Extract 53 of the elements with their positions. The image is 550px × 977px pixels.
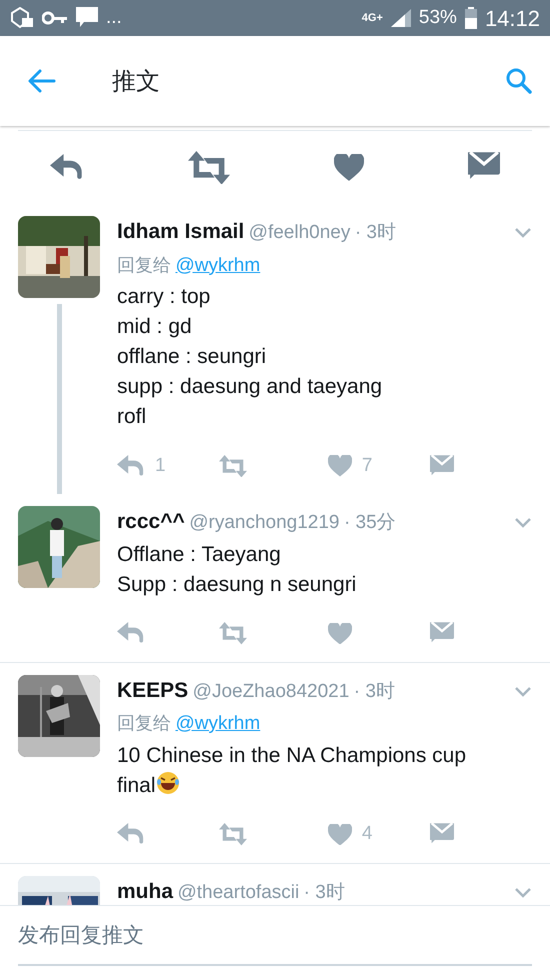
chevron-down-icon[interactable] xyxy=(514,686,532,696)
chat-icon xyxy=(76,7,98,29)
message-icon[interactable] xyxy=(430,454,454,478)
retweet-icon[interactable] xyxy=(219,823,248,846)
retweet-icon[interactable] xyxy=(219,622,248,645)
reply-label: 回复给 xyxy=(117,713,171,734)
network-type: 4G+ xyxy=(362,10,383,26)
tweet-text: 10 Chinese in the NA Champions cup final xyxy=(117,744,466,796)
heart-icon[interactable] xyxy=(328,622,352,644)
like-count: 4 xyxy=(362,822,372,846)
mention-link[interactable]: @wykrhm xyxy=(175,713,260,734)
back-arrow-icon[interactable] xyxy=(28,69,56,93)
chevron-down-icon[interactable] xyxy=(514,227,532,238)
retweet-icon[interactable] xyxy=(219,454,248,478)
page-title: 推文 xyxy=(112,66,161,96)
heart-icon[interactable] xyxy=(328,824,352,846)
timestamp: · 3时 xyxy=(354,680,395,702)
search-icon[interactable] xyxy=(506,68,532,94)
key-icon xyxy=(42,11,68,25)
user-handle: @ryanchong1219 xyxy=(189,512,340,533)
tweet-text: Offlane : Taeyang Supp : daesung n seungri xyxy=(117,542,356,596)
timestamp: · 35分 xyxy=(344,512,396,533)
chevron-down-icon[interactable] xyxy=(514,886,532,898)
clock: 14:12 xyxy=(484,4,540,32)
heart-icon[interactable] xyxy=(328,455,352,477)
user-name: rccc^^ xyxy=(117,510,185,533)
battery-icon xyxy=(464,7,477,29)
signal-icon xyxy=(390,9,411,27)
message-icon[interactable] xyxy=(430,622,454,645)
reply-icon[interactable] xyxy=(117,823,145,846)
user-name: KEEPS xyxy=(117,678,188,702)
mention-link[interactable]: @wykrhm xyxy=(175,254,260,276)
retweet-icon[interactable] xyxy=(188,150,230,184)
notification-overflow: ... xyxy=(106,6,122,30)
chevron-down-icon[interactable] xyxy=(514,517,532,528)
user-handle: @feelh0ney xyxy=(248,222,350,243)
user-name: muha xyxy=(117,880,174,902)
heart-icon[interactable] xyxy=(334,154,364,181)
like-count: 7 xyxy=(362,454,372,478)
battery-percent: 53% xyxy=(418,6,457,30)
reply-count: 1 xyxy=(155,454,166,478)
reply-icon[interactable] xyxy=(117,622,145,645)
reply-label: 回复给 xyxy=(117,254,171,276)
mail-shield-icon xyxy=(10,7,34,29)
user-name: Idham Ismail xyxy=(117,220,244,243)
timestamp: · 3时 xyxy=(354,222,396,243)
reply-icon[interactable] xyxy=(50,154,84,182)
reply-icon[interactable] xyxy=(117,454,145,478)
timestamp: · 3时 xyxy=(304,882,345,902)
user-handle: @theartofascii xyxy=(177,882,300,902)
tweet-text: carry : top mid : gd offlane : seungri supp : daesung and taeyang rofl xyxy=(117,285,382,428)
user-handle: @JoeZhao842021 xyxy=(192,680,350,702)
message-icon[interactable] xyxy=(430,823,454,846)
